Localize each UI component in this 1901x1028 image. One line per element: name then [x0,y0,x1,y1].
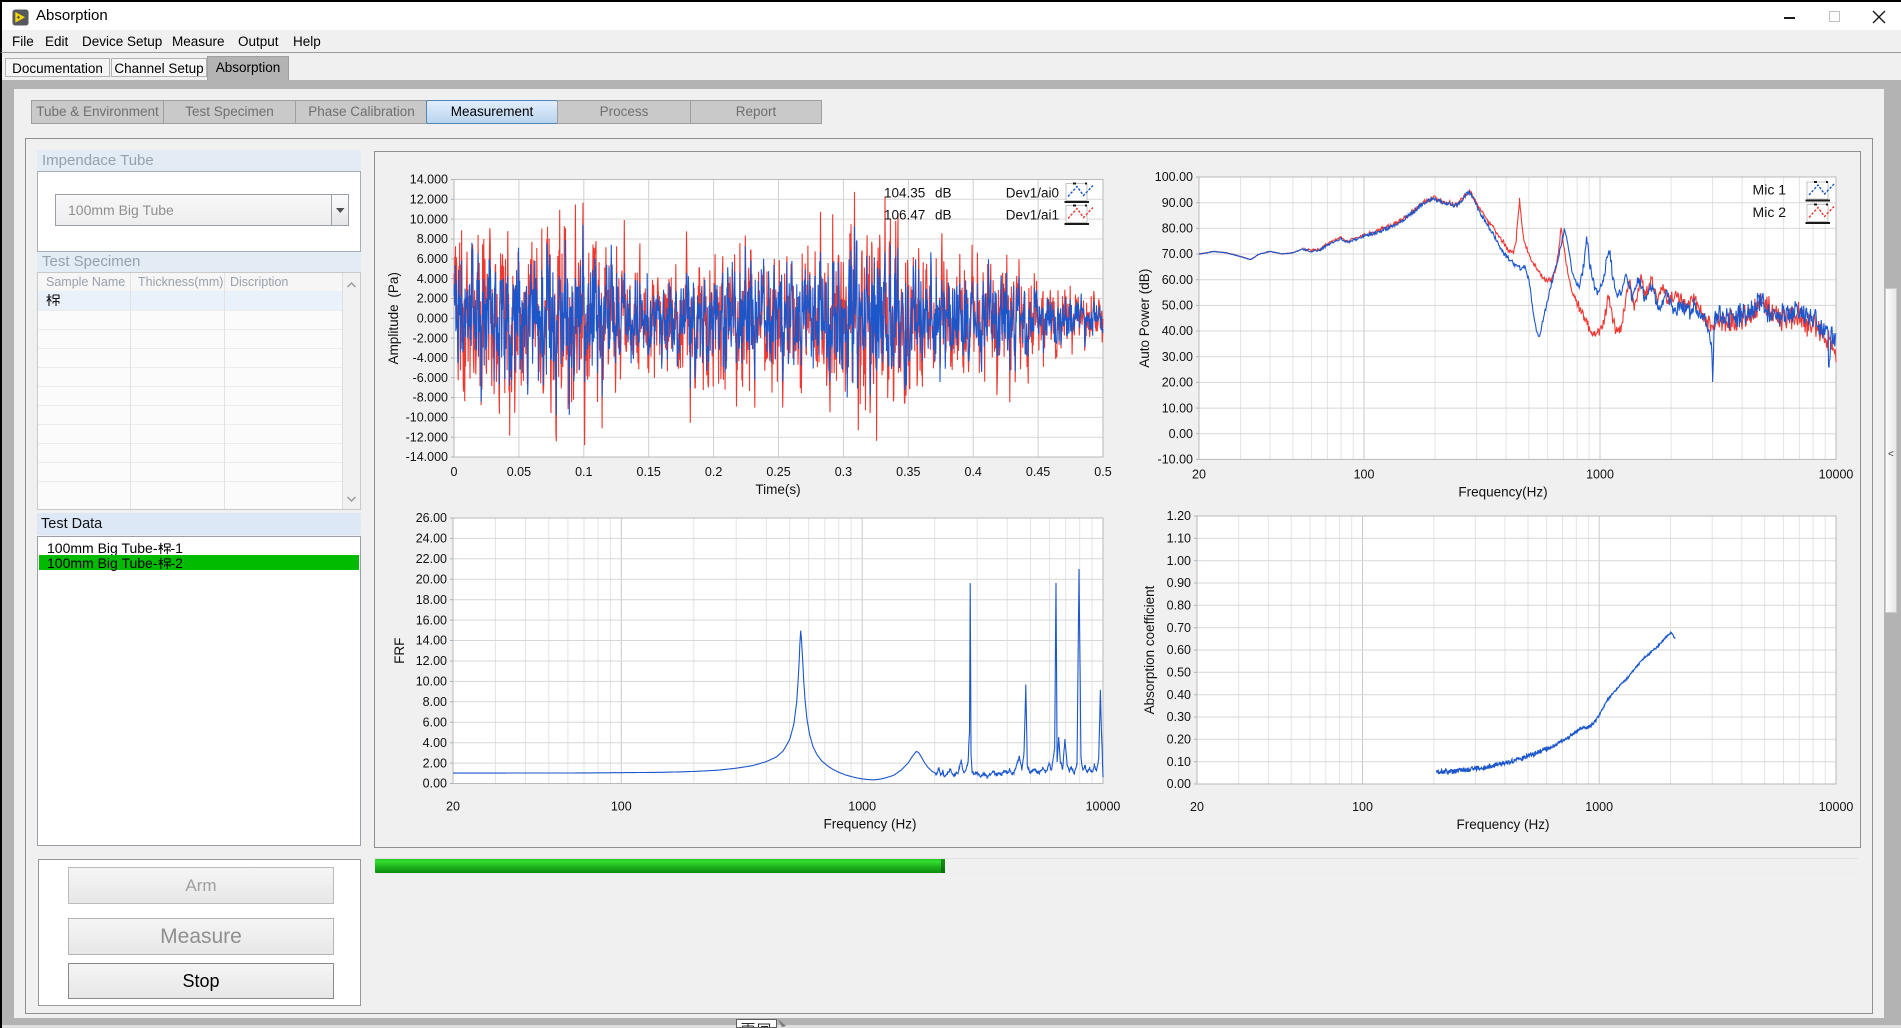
svg-text:2.00: 2.00 [423,756,447,770]
svg-text:0.40: 0.40 [1167,688,1191,702]
svg-text:12.00: 12.00 [416,654,447,668]
svg-text:0.45: 0.45 [1026,465,1050,479]
svg-text:0.00: 0.00 [423,777,447,791]
svg-text:-8.000: -8.000 [413,391,448,405]
svg-text:0.60: 0.60 [1167,643,1191,657]
svg-text:-12.000: -12.000 [406,430,448,444]
svg-text:0.2: 0.2 [705,465,722,479]
svg-text:0.20: 0.20 [1167,733,1191,747]
svg-text:-10.00: -10.00 [1158,453,1193,467]
svg-text:-4.000: -4.000 [413,351,448,365]
svg-text:6.000: 6.000 [417,252,448,266]
svg-text:-14.000: -14.000 [406,450,448,464]
svg-text:-10.000: -10.000 [406,411,448,425]
svg-text:0.00: 0.00 [1169,427,1193,441]
svg-text:40.00: 40.00 [1162,324,1193,338]
svg-text:10.00: 10.00 [416,675,447,689]
svg-text:0.1: 0.1 [575,465,592,479]
svg-text:6.00: 6.00 [423,715,447,729]
svg-text:1000: 1000 [848,800,876,814]
svg-text:50.00: 50.00 [1162,299,1193,313]
svg-text:0: 0 [451,465,458,479]
svg-text:Absorption coefficient: Absorption coefficient [1142,585,1157,714]
svg-text:8.00: 8.00 [423,695,447,709]
svg-text:0.30: 0.30 [1167,710,1191,724]
svg-text:Frequency (Hz): Frequency (Hz) [823,817,916,832]
svg-text:Amplitude (Pa): Amplitude (Pa) [386,272,401,364]
svg-text:Dev1/ai1: Dev1/ai1 [1006,208,1059,223]
svg-text:4.00: 4.00 [423,736,447,750]
svg-text:20: 20 [446,800,460,814]
svg-text:Auto Power (dB): Auto Power (dB) [1137,269,1152,368]
svg-text:-6.000: -6.000 [413,371,448,385]
svg-text:FRF: FRF [392,638,407,664]
svg-text:20.00: 20.00 [1162,376,1193,390]
svg-text:Dev1/ai0: Dev1/ai0 [1006,186,1059,201]
svg-text:0.5: 0.5 [1094,465,1111,479]
svg-text:0.4: 0.4 [965,465,982,479]
svg-text:22.00: 22.00 [416,552,447,566]
svg-text:24.00: 24.00 [416,532,447,546]
svg-text:0.70: 0.70 [1167,621,1191,635]
svg-text:30.00: 30.00 [1162,350,1193,364]
svg-text:100: 100 [1354,467,1375,481]
svg-text:Mic 2: Mic 2 [1753,204,1787,220]
svg-text:0.15: 0.15 [637,465,661,479]
svg-text:100.00: 100.00 [1155,170,1193,184]
svg-text:70.00: 70.00 [1162,247,1193,261]
svg-text:0.90: 0.90 [1167,576,1191,590]
svg-text:dB: dB [935,186,952,201]
svg-text:4.000: 4.000 [417,272,448,286]
svg-text:14.00: 14.00 [416,634,447,648]
svg-text:Frequency(Hz): Frequency(Hz) [1458,484,1547,499]
svg-text:106.47: 106.47 [884,208,925,223]
svg-text:Time(s): Time(s) [755,482,800,497]
svg-text:0.000: 0.000 [417,311,448,325]
svg-text:10000: 10000 [1819,800,1854,814]
svg-text:8.000: 8.000 [417,232,448,246]
svg-text:12.000: 12.000 [410,193,448,207]
svg-text:0.3: 0.3 [835,465,852,479]
svg-text:0.50: 0.50 [1167,666,1191,680]
svg-text:26.00: 26.00 [416,511,447,525]
svg-text:90.00: 90.00 [1162,196,1193,210]
svg-text:100: 100 [611,800,632,814]
svg-text:Frequency (Hz): Frequency (Hz) [1456,817,1549,832]
svg-text:16.00: 16.00 [416,613,447,627]
svg-text:10000: 10000 [1819,467,1854,481]
svg-text:Mic 1: Mic 1 [1753,182,1787,198]
svg-text:20: 20 [1192,467,1206,481]
svg-text:0.10: 0.10 [1167,755,1191,769]
svg-text:10.00: 10.00 [1162,401,1193,415]
svg-text:20.00: 20.00 [416,573,447,587]
svg-text:1000: 1000 [1585,800,1613,814]
svg-text:104.35: 104.35 [884,186,925,201]
svg-text:60.00: 60.00 [1162,273,1193,287]
svg-text:0.35: 0.35 [896,465,920,479]
svg-text:14.000: 14.000 [410,173,448,187]
svg-text:-2.000: -2.000 [413,331,448,345]
svg-text:20: 20 [1190,800,1204,814]
svg-text:1.00: 1.00 [1167,554,1191,568]
svg-text:0.05: 0.05 [507,465,531,479]
svg-text:18.00: 18.00 [416,593,447,607]
svg-text:80.00: 80.00 [1162,222,1193,236]
svg-text:0.25: 0.25 [766,465,790,479]
svg-text:0.80: 0.80 [1167,599,1191,613]
svg-text:2.000: 2.000 [417,292,448,306]
svg-text:100: 100 [1352,800,1373,814]
svg-text:1.10: 1.10 [1167,532,1191,546]
svg-text:1.20: 1.20 [1167,509,1191,523]
svg-text:0.00: 0.00 [1167,777,1191,791]
svg-text:10000: 10000 [1086,800,1121,814]
svg-text:1000: 1000 [1586,467,1614,481]
svg-text:dB: dB [935,208,952,223]
svg-text:10.000: 10.000 [410,212,448,226]
